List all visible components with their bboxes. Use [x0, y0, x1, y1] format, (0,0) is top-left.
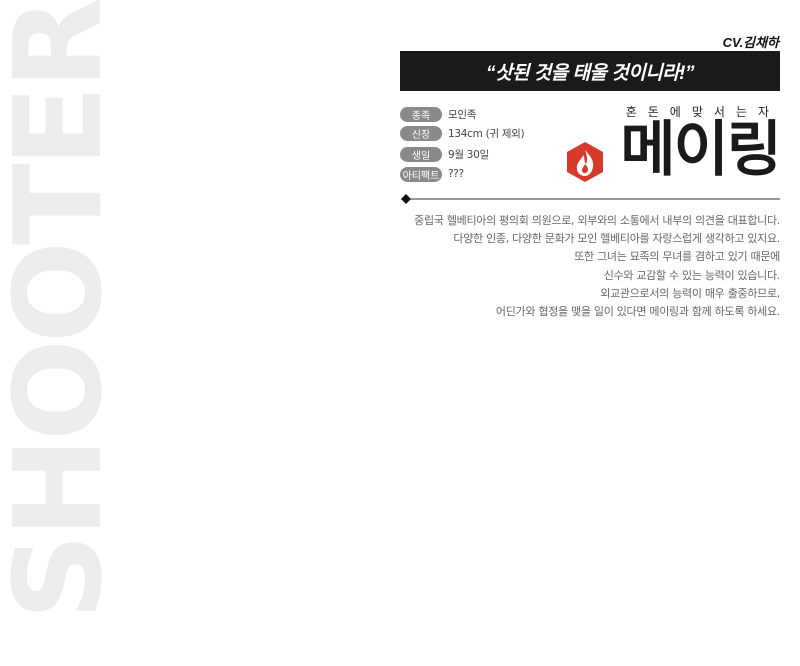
- info-row-artifact: 아티팩트 ???: [400, 166, 464, 182]
- flame-hexagon-icon: [567, 142, 603, 182]
- bio-line: 외교관으로서의 능력이 매우 출중하므로,: [600, 286, 780, 300]
- bio-line: 어딘가와 협정을 맺을 일이 있다면 메이링과 함께 하도록 하세요.: [495, 305, 780, 319]
- divider-line: [401, 194, 780, 204]
- bio-line: 중립국 헬베티아의 평의회 의원으로, 외부와의 소통에서 내부의 의견을 대표…: [414, 214, 780, 227]
- info-row-birthday: 생일 9월 30일: [400, 146, 489, 162]
- info-value: ???: [448, 168, 464, 180]
- character-bio: 중립국 헬베티아의 평의회 의원으로, 외부와의 소통에서 내부의 의견을 대표…: [360, 212, 780, 321]
- info-label: 아티팩트: [400, 166, 442, 182]
- info-row-height: 신장 134cm (귀 제외): [400, 125, 525, 141]
- info-label: 신장: [400, 125, 442, 141]
- info-value: 모인족: [448, 108, 477, 121]
- info-label: 생일: [400, 146, 442, 162]
- info-label: 종족: [400, 106, 442, 122]
- bio-line: 신수와 교감할 수 있는 능력이 있습니다.: [603, 268, 781, 282]
- info-value: 9월 30일: [448, 148, 489, 161]
- quote-text: “삿된 것을 태울 것이니라!”: [486, 62, 694, 84]
- character-quote: “삿된 것을 태울 것이니라!”: [400, 51, 780, 91]
- bio-line: 다양한 인종, 다양한 문화가 모인 헬베티아를 자랑스럽게 생각하고 있지요.: [453, 232, 780, 246]
- role-watermark: SHOOTER: [0, 0, 129, 620]
- voice-actor-credit: CV.김채하: [722, 35, 779, 50]
- info-row-race: 종족 모인족: [400, 106, 476, 122]
- info-value: 134cm (귀 제외): [448, 127, 525, 140]
- bio-line: 또한 그녀는 묘족의 무녀를 겸하고 있기 때문에: [574, 250, 780, 264]
- hero-name: 메이링: [620, 115, 782, 185]
